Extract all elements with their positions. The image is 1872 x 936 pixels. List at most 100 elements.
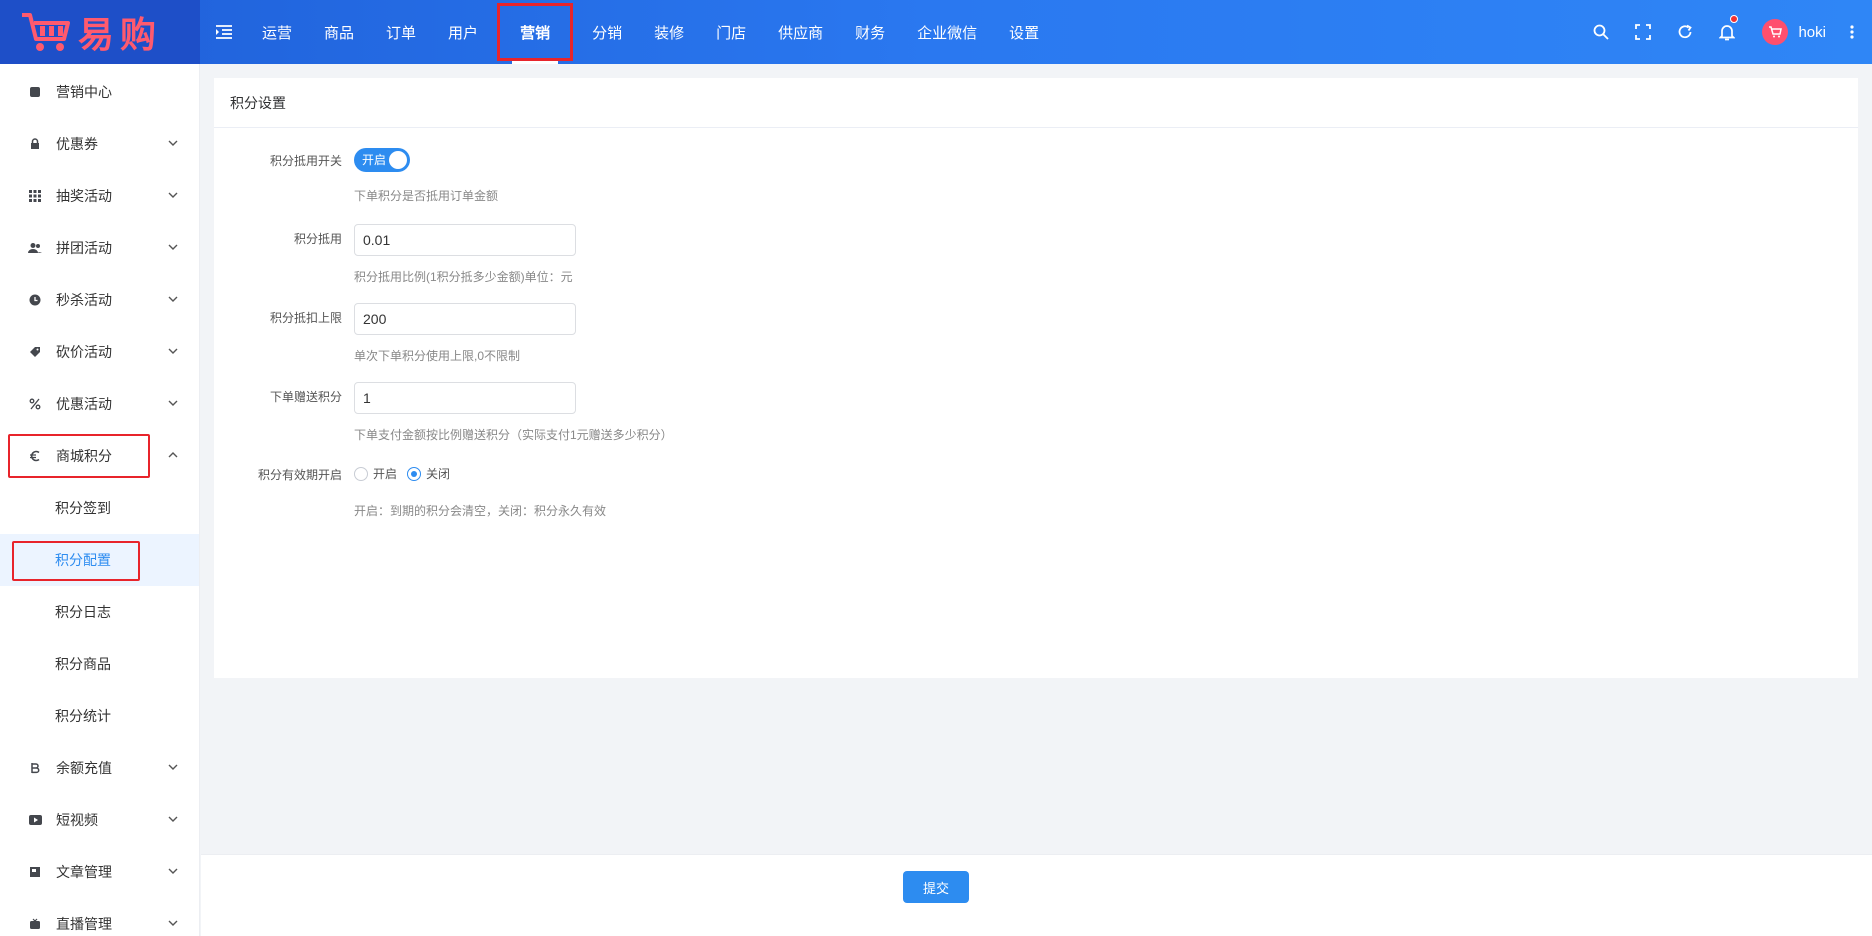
sidebar-item-live[interactable]: 直播管理 (0, 898, 199, 936)
nav-label: 用户 (448, 24, 479, 42)
article-icon (28, 865, 42, 879)
nav-item-stores[interactable]: 门店 (700, 0, 762, 64)
nav-item-users[interactable]: 用户 (432, 0, 494, 64)
sidebar-subitem-points-checkin[interactable]: 积分签到 (0, 482, 199, 534)
sidebar-item-marketing-center[interactable]: 营销中心 (0, 66, 199, 118)
sidebar-item-label: 余额充值 (56, 760, 112, 776)
group-icon (28, 241, 42, 255)
expiry-radio-off[interactable] (407, 466, 422, 481)
nav-label: 供应商 (778, 24, 824, 42)
sidebar-item-label: 抽奖活动 (56, 188, 112, 204)
video-icon (28, 813, 42, 827)
top-nav: 运营 商品 订单 用户 营销 分销 装修 门店 供应商 财务 企业微信 设置 (246, 0, 1055, 64)
nav-item-decoration[interactable]: 装修 (638, 0, 700, 64)
sidebar-item-bargain[interactable]: 砍价活动 (0, 326, 199, 378)
notification-bell-icon[interactable] (1706, 0, 1748, 64)
deduct-switch[interactable]: 开启 (354, 148, 410, 172)
sidebar-item-short-video[interactable]: 短视频 (0, 794, 199, 846)
field-hint: 下单支付金额按比例赠送积分（实际支付1元赠送多少积分） (354, 428, 673, 442)
chevron-up-icon (168, 452, 178, 458)
sidebar-item-label: 拼团活动 (56, 240, 112, 256)
nav-item-settings[interactable]: 设置 (993, 0, 1055, 64)
sidebar-item-label: 砍价活动 (56, 344, 112, 360)
nav-item-finance[interactable]: 财务 (839, 0, 901, 64)
order-gift-points-input[interactable] (354, 382, 576, 414)
nav-item-marketing[interactable]: 营销 (494, 0, 576, 64)
submit-button[interactable]: 提交 (903, 871, 969, 903)
radio-label[interactable]: 关闭 (426, 465, 450, 482)
switch-text: 开启 (362, 153, 387, 167)
field-label: 积分抵扣上限 (269, 311, 342, 325)
field-label: 积分抵用开关 (269, 154, 342, 168)
chevron-down-icon (168, 400, 178, 406)
notification-badge (1730, 15, 1739, 23)
nav-item-operations[interactable]: 运营 (246, 0, 308, 64)
chevron-down-icon (168, 244, 178, 250)
sidebar-subitem-label: 积分统计 (55, 708, 111, 724)
header-tools: hoki (1580, 0, 1872, 64)
sidebar-item-balance-recharge[interactable]: 余额充值 (0, 742, 199, 794)
switch-knob (389, 151, 407, 169)
chevron-down-icon (168, 764, 178, 770)
sidebar-item-label: 短视频 (56, 812, 98, 828)
nav-item-distribution[interactable]: 分销 (576, 0, 638, 64)
nav-item-wecom[interactable]: 企业微信 (901, 0, 993, 64)
lock-icon (28, 137, 42, 151)
nav-label: 分销 (592, 24, 623, 42)
nav-label: 财务 (855, 24, 886, 42)
sidebar-item-label: 秒杀活动 (56, 292, 112, 308)
chevron-down-icon (168, 192, 178, 198)
brand-logo[interactable]: 易购 (0, 0, 200, 64)
username[interactable]: hoki (1798, 24, 1826, 41)
sidebar-subitem-label: 积分签到 (55, 500, 111, 516)
field-hint: 下单积分是否抵用订单金额 (354, 189, 499, 203)
sidebar-item-label: 商城积分 (56, 448, 112, 464)
top-header: 易购 运营 商品 订单 用户 营销 分销 装修 门店 供应商 财务 企业微信 设… (0, 0, 1872, 64)
radio-label[interactable]: 开启 (373, 465, 397, 482)
sidebar-item-lottery[interactable]: 抽奖活动 (0, 170, 199, 222)
nav-item-orders[interactable]: 订单 (370, 0, 432, 64)
chevron-down-icon (168, 920, 178, 926)
baht-icon (28, 761, 42, 775)
square-icon (28, 85, 42, 99)
nav-label: 运营 (262, 24, 293, 42)
nav-item-products[interactable]: 商品 (308, 0, 370, 64)
nav-item-suppliers[interactable]: 供应商 (762, 0, 839, 64)
form-footer: 提交 (201, 854, 1872, 936)
field-hint: 积分抵用比例(1积分抵多少金额)单位：元 (354, 270, 573, 284)
sidebar-subitem-points-config[interactable]: 积分配置 (0, 534, 199, 586)
deduct-limit-input[interactable] (354, 303, 576, 335)
toggle-switch[interactable]: 开启 (354, 148, 410, 172)
menu-collapse-icon[interactable] (212, 20, 236, 44)
nav-label: 装修 (654, 24, 685, 42)
nav-label: 门店 (716, 24, 747, 42)
sidebar-item-flash-sale[interactable]: 秒杀活动 (0, 274, 199, 326)
refresh-icon[interactable] (1664, 0, 1706, 64)
sidebar: 营销中心 优惠券 抽奖活动 拼团活动 秒杀活动 砍价活动 优惠活动 商城积分 积… (0, 64, 200, 936)
sidebar-subitem-points-stats[interactable]: 积分统计 (0, 690, 199, 742)
sidebar-item-articles[interactable]: 文章管理 (0, 846, 199, 898)
sidebar-item-coupons[interactable]: 优惠券 (0, 118, 199, 170)
nav-label: 营销 (520, 24, 551, 42)
sidebar-subitem-label: 积分配置 (55, 552, 111, 568)
sidebar-item-mall-points[interactable]: 商城积分 (0, 430, 199, 482)
expiry-radio-on[interactable] (354, 466, 368, 481)
deduct-rate-input[interactable] (354, 224, 576, 256)
euro-icon (28, 449, 42, 463)
avatar[interactable] (1762, 19, 1789, 45)
sidebar-subitem-points-products[interactable]: 积分商品 (0, 638, 199, 690)
search-icon[interactable] (1580, 0, 1622, 64)
sidebar-item-group-buy[interactable]: 拼团活动 (0, 222, 199, 274)
more-menu-icon[interactable] (1844, 0, 1860, 64)
sidebar-subitem-points-log[interactable]: 积分日志 (0, 586, 199, 638)
expiry-radio-group: 开启 关闭 (354, 465, 460, 482)
cart-logo-icon (22, 13, 70, 51)
live-icon (28, 917, 42, 931)
card-title: 积分设置 (214, 78, 1858, 128)
sidebar-item-promotions[interactable]: 优惠活动 (0, 378, 199, 430)
grid-icon (28, 189, 42, 203)
fullscreen-icon[interactable] (1622, 0, 1664, 64)
sidebar-subitem-label: 积分日志 (55, 604, 111, 620)
nav-label: 商品 (324, 24, 355, 42)
chevron-down-icon (168, 296, 178, 302)
